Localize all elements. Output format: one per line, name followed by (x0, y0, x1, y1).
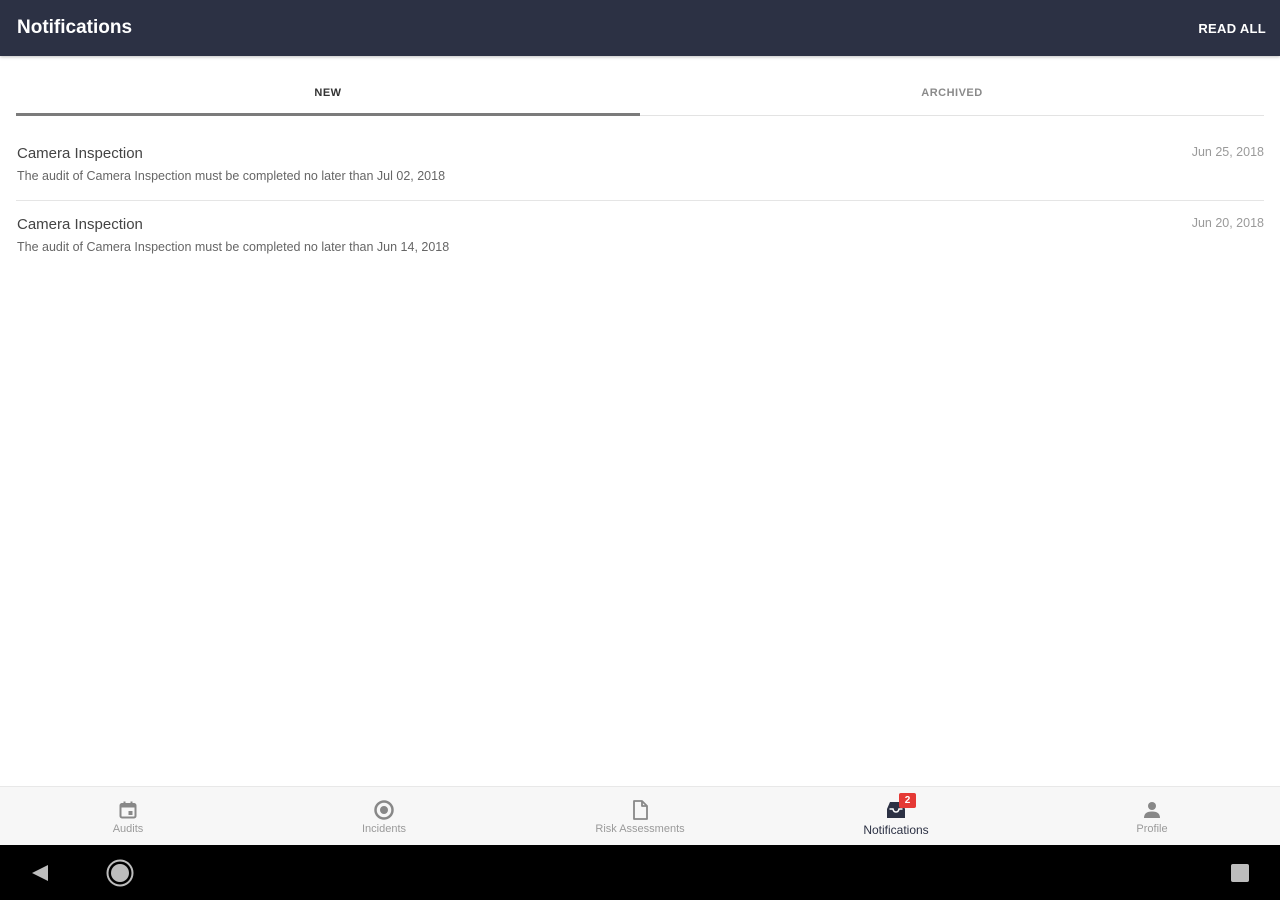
incident-icon (373, 799, 395, 821)
notification-date: Jun 20, 2018 (1191, 216, 1264, 230)
nav-label: Notifications (863, 823, 929, 837)
notification-tabs: NEW ARCHIVED (16, 70, 1264, 116)
nav-risk-assessments[interactable]: Risk Assessments (512, 787, 768, 845)
notification-count-badge: 2 (899, 793, 916, 808)
notification-title: Camera Inspection (17, 145, 143, 162)
nav-label: Audits (112, 823, 144, 835)
nav-profile[interactable]: Profile (1024, 787, 1280, 845)
nav-label: Risk Assessments (595, 823, 685, 835)
app-bar: Notifications READ ALL (0, 0, 1280, 56)
page-title: Notifications (17, 17, 133, 38)
notification-list: Camera Inspection The audit of Camera In… (0, 130, 1280, 272)
recents-icon[interactable] (1230, 864, 1250, 887)
read-all-button[interactable]: READ ALL (1198, 21, 1266, 36)
back-icon[interactable] (30, 863, 50, 888)
nav-audits[interactable]: Audits (0, 787, 256, 845)
notification-body: The audit of Camera Inspection must be c… (17, 169, 446, 183)
notification-body: The audit of Camera Inspection must be c… (17, 240, 450, 254)
nav-notifications[interactable]: 2 Notifications (768, 787, 1024, 845)
document-icon (629, 799, 651, 821)
nav-incidents[interactable]: Incidents (256, 787, 512, 845)
nav-label: Profile (1136, 823, 1168, 835)
notification-item[interactable]: Camera Inspection The audit of Camera In… (16, 201, 1264, 272)
system-navigation-bar (0, 845, 1280, 900)
notification-item[interactable]: Camera Inspection The audit of Camera In… (16, 130, 1264, 201)
tab-archived[interactable]: ARCHIVED (640, 70, 1264, 115)
tab-new[interactable]: NEW (16, 70, 640, 116)
notification-title: Camera Inspection (17, 216, 143, 233)
nav-label: Incidents (361, 823, 407, 835)
calendar-icon (117, 799, 139, 821)
person-icon (1141, 799, 1163, 821)
notification-date: Jun 25, 2018 (1191, 145, 1264, 159)
home-icon[interactable] (106, 859, 134, 892)
inbox-icon: 2 (885, 793, 916, 821)
bottom-navigation: Audits Incidents Risk Assessments 2 Noti… (0, 786, 1280, 845)
